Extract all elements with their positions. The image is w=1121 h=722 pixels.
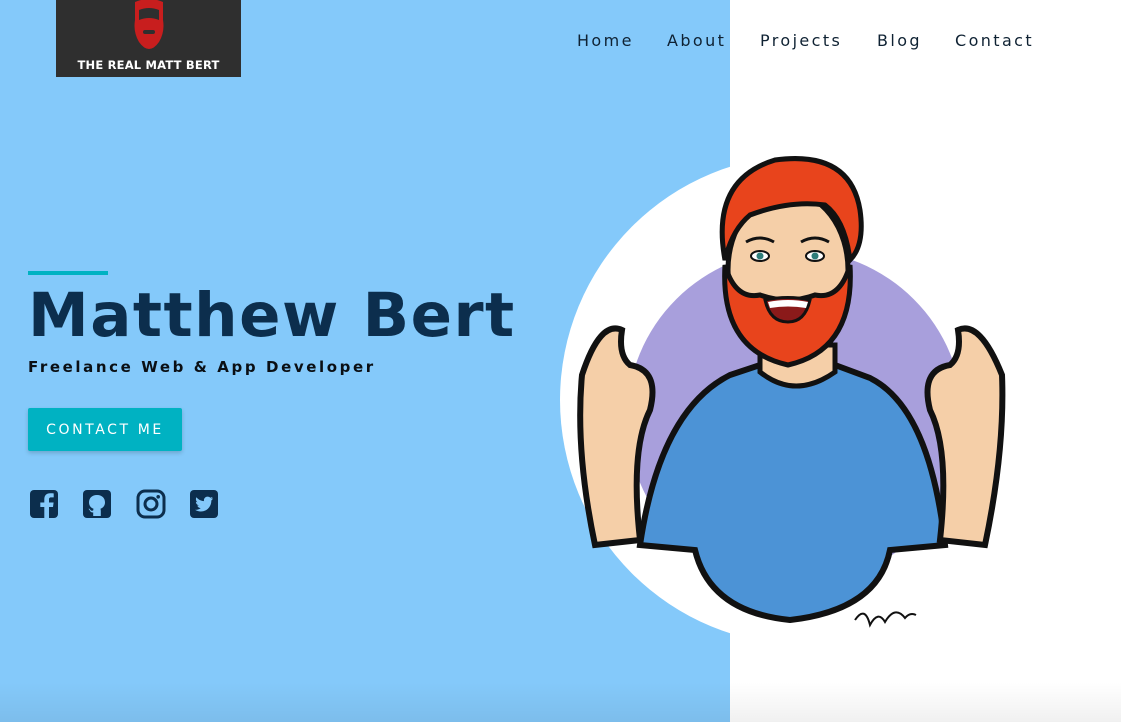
twitter-icon[interactable] [188,488,220,520]
github-icon[interactable] [81,488,113,520]
bearded-face-logo-icon [134,0,164,49]
nav-projects-link[interactable]: Projects [760,31,842,50]
bottom-shadow [0,682,1121,722]
nav-contact-link[interactable]: Contact [955,31,1034,50]
nav-about-link[interactable]: About [667,31,726,50]
contact-me-button[interactable]: CONTACT ME [28,408,182,451]
site-logo[interactable]: THE REAL MATT BERT [56,0,241,77]
hero-name: Matthew Bert [28,280,516,351]
facebook-icon[interactable] [28,488,60,520]
hero-subtitle: Freelance Web & App Developer [28,358,376,376]
nav-home-link[interactable]: Home [577,31,634,50]
heading-accent-line [28,271,108,275]
instagram-icon[interactable] [135,488,167,520]
cartoon-portrait-illustration [560,155,1030,645]
nav-blog-link[interactable]: Blog [877,31,922,50]
logo-text: THE REAL MATT BERT [77,58,220,72]
